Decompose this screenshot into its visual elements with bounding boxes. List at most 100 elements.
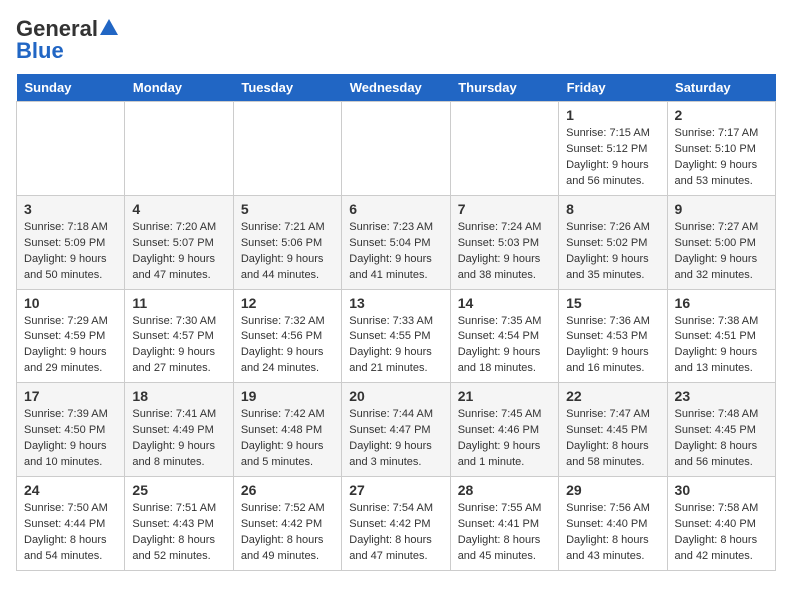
calendar-cell: 16 Sunrise: 7:38 AM Sunset: 4:51 PM Dayli… <box>667 289 775 383</box>
day-info: Sunrise: 7:48 AM Sunset: 4:45 PM Dayligh… <box>675 407 768 471</box>
calendar-cell: 6Sunrise: 7:23 AM Sunset: 5:04 PM Daylig… <box>342 195 450 289</box>
day-info: Sunrise: 7:35 AM Sunset: 4:54 PM Dayligh… <box>458 314 551 378</box>
calendar-cell: 13 Sunrise: 7:33 AM Sunset: 4:55 PM Dayli… <box>342 289 450 383</box>
day-info: Sunrise: 7:32 AM Sunset: 4:56 PM Dayligh… <box>241 314 334 378</box>
day-number: 19 <box>241 388 334 404</box>
day-info: Sunrise: 7:30 AM Sunset: 4:57 PM Dayligh… <box>132 314 225 378</box>
calendar-cell: 25 Sunrise: 7:51 AM Sunset: 4:43 PM Dayli… <box>125 477 233 571</box>
page-header: General Blue <box>16 16 776 64</box>
calendar-cell: 30Sunrise: 7:58 AM Sunset: 4:40 PM Dayli… <box>667 477 775 571</box>
calendar-cell: 3Sunrise: 7:18 AM Sunset: 5:09 PM Daylig… <box>17 195 125 289</box>
weekday-header-sunday: Sunday <box>17 74 125 102</box>
calendar-cell: 21 Sunrise: 7:45 AM Sunset: 4:46 PM Dayli… <box>450 383 558 477</box>
calendar-cell: 5 Sunrise: 7:21 AM Sunset: 5:06 PM Daylig… <box>233 195 341 289</box>
weekday-header-monday: Monday <box>125 74 233 102</box>
calendar-cell <box>233 102 341 196</box>
day-info: Sunrise: 7:54 AM Sunset: 4:42 PM Dayligh… <box>349 501 442 565</box>
day-info: Sunrise: 7:33 AM Sunset: 4:55 PM Dayligh… <box>349 314 442 378</box>
calendar-cell: 1Sunrise: 7:15 AM Sunset: 5:12 PM Daylig… <box>559 102 667 196</box>
day-info: Sunrise: 7:41 AM Sunset: 4:49 PM Dayligh… <box>132 407 225 471</box>
weekday-header-friday: Friday <box>559 74 667 102</box>
calendar-cell: 15 Sunrise: 7:36 AM Sunset: 4:53 PM Dayli… <box>559 289 667 383</box>
day-number: 29 <box>566 482 659 498</box>
day-info: Sunrise: 7:26 AM Sunset: 5:02 PM Dayligh… <box>566 220 659 284</box>
day-number: 30 <box>675 482 768 498</box>
calendar-cell: 24 Sunrise: 7:50 AM Sunset: 4:44 PM Dayli… <box>17 477 125 571</box>
day-info: Sunrise: 7:52 AM Sunset: 4:42 PM Dayligh… <box>241 501 334 565</box>
weekday-header-saturday: Saturday <box>667 74 775 102</box>
day-info: Sunrise: 7:27 AM Sunset: 5:00 PM Dayligh… <box>675 220 768 284</box>
calendar-cell: 20 Sunrise: 7:44 AM Sunset: 4:47 PM Dayli… <box>342 383 450 477</box>
calendar-week-row: 3Sunrise: 7:18 AM Sunset: 5:09 PM Daylig… <box>17 195 776 289</box>
day-number: 7 <box>458 201 551 217</box>
calendar-cell <box>125 102 233 196</box>
day-number: 23 <box>675 388 768 404</box>
day-info: Sunrise: 7:42 AM Sunset: 4:48 PM Dayligh… <box>241 407 334 471</box>
day-number: 5 <box>241 201 334 217</box>
day-info: Sunrise: 7:17 AM Sunset: 5:10 PM Dayligh… <box>675 126 768 190</box>
day-info: Sunrise: 7:55 AM Sunset: 4:41 PM Dayligh… <box>458 501 551 565</box>
day-info: Sunrise: 7:47 AM Sunset: 4:45 PM Dayligh… <box>566 407 659 471</box>
calendar-cell: 23 Sunrise: 7:48 AM Sunset: 4:45 PM Dayli… <box>667 383 775 477</box>
calendar-cell: 26 Sunrise: 7:52 AM Sunset: 4:42 PM Dayli… <box>233 477 341 571</box>
logo-blue-text: Blue <box>16 38 64 64</box>
day-info: Sunrise: 7:29 AM Sunset: 4:59 PM Dayligh… <box>24 314 117 378</box>
calendar-cell <box>450 102 558 196</box>
logo: General Blue <box>16 16 118 64</box>
day-info: Sunrise: 7:50 AM Sunset: 4:44 PM Dayligh… <box>24 501 117 565</box>
weekday-header-tuesday: Tuesday <box>233 74 341 102</box>
calendar-cell: 17 Sunrise: 7:39 AM Sunset: 4:50 PM Dayli… <box>17 383 125 477</box>
weekday-header-wednesday: Wednesday <box>342 74 450 102</box>
day-number: 17 <box>24 388 117 404</box>
calendar-cell: 27 Sunrise: 7:54 AM Sunset: 4:42 PM Dayli… <box>342 477 450 571</box>
day-number: 6 <box>349 201 442 217</box>
day-info: Sunrise: 7:20 AM Sunset: 5:07 PM Dayligh… <box>132 220 225 284</box>
calendar-cell: 9 Sunrise: 7:27 AM Sunset: 5:00 PM Daylig… <box>667 195 775 289</box>
day-info: Sunrise: 7:45 AM Sunset: 4:46 PM Dayligh… <box>458 407 551 471</box>
calendar-cell: 12Sunrise: 7:32 AM Sunset: 4:56 PM Dayli… <box>233 289 341 383</box>
day-number: 25 <box>132 482 225 498</box>
calendar-cell <box>342 102 450 196</box>
day-info: Sunrise: 7:15 AM Sunset: 5:12 PM Dayligh… <box>566 126 659 190</box>
calendar-cell: 28Sunrise: 7:55 AM Sunset: 4:41 PM Dayli… <box>450 477 558 571</box>
day-info: Sunrise: 7:18 AM Sunset: 5:09 PM Dayligh… <box>24 220 117 284</box>
day-number: 13 <box>349 295 442 311</box>
day-number: 8 <box>566 201 659 217</box>
calendar-cell: 11 Sunrise: 7:30 AM Sunset: 4:57 PM Dayli… <box>125 289 233 383</box>
day-number: 22 <box>566 388 659 404</box>
calendar-table: SundayMondayTuesdayWednesdayThursdayFrid… <box>16 74 776 571</box>
calendar-cell: 22 Sunrise: 7:47 AM Sunset: 4:45 PM Dayli… <box>559 383 667 477</box>
calendar-cell <box>17 102 125 196</box>
day-number: 2 <box>675 107 768 123</box>
day-info: Sunrise: 7:38 AM Sunset: 4:51 PM Dayligh… <box>675 314 768 378</box>
calendar-cell: 14 Sunrise: 7:35 AM Sunset: 4:54 PM Dayli… <box>450 289 558 383</box>
calendar-week-row: 1Sunrise: 7:15 AM Sunset: 5:12 PM Daylig… <box>17 102 776 196</box>
day-number: 14 <box>458 295 551 311</box>
day-info: Sunrise: 7:51 AM Sunset: 4:43 PM Dayligh… <box>132 501 225 565</box>
day-info: Sunrise: 7:21 AM Sunset: 5:06 PM Dayligh… <box>241 220 334 284</box>
day-info: Sunrise: 7:44 AM Sunset: 4:47 PM Dayligh… <box>349 407 442 471</box>
weekday-header-row: SundayMondayTuesdayWednesdayThursdayFrid… <box>17 74 776 102</box>
day-info: Sunrise: 7:56 AM Sunset: 4:40 PM Dayligh… <box>566 501 659 565</box>
calendar-cell: 10 Sunrise: 7:29 AM Sunset: 4:59 PM Dayli… <box>17 289 125 383</box>
day-info: Sunrise: 7:39 AM Sunset: 4:50 PM Dayligh… <box>24 407 117 471</box>
calendar-week-row: 24 Sunrise: 7:50 AM Sunset: 4:44 PM Dayli… <box>17 477 776 571</box>
calendar-cell: 29 Sunrise: 7:56 AM Sunset: 4:40 PM Dayli… <box>559 477 667 571</box>
day-number: 15 <box>566 295 659 311</box>
day-number: 21 <box>458 388 551 404</box>
day-number: 9 <box>675 201 768 217</box>
calendar-cell: 4Sunrise: 7:20 AM Sunset: 5:07 PM Daylig… <box>125 195 233 289</box>
day-number: 26 <box>241 482 334 498</box>
logo-triangle-icon <box>100 18 118 36</box>
weekday-header-thursday: Thursday <box>450 74 558 102</box>
day-number: 24 <box>24 482 117 498</box>
calendar-cell: 18Sunrise: 7:41 AM Sunset: 4:49 PM Dayli… <box>125 383 233 477</box>
day-info: Sunrise: 7:36 AM Sunset: 4:53 PM Dayligh… <box>566 314 659 378</box>
day-number: 10 <box>24 295 117 311</box>
calendar-cell: 2 Sunrise: 7:17 AM Sunset: 5:10 PM Daylig… <box>667 102 775 196</box>
day-number: 11 <box>132 295 225 311</box>
calendar-cell: 7Sunrise: 7:24 AM Sunset: 5:03 PM Daylig… <box>450 195 558 289</box>
day-number: 20 <box>349 388 442 404</box>
day-number: 27 <box>349 482 442 498</box>
day-number: 16 <box>675 295 768 311</box>
